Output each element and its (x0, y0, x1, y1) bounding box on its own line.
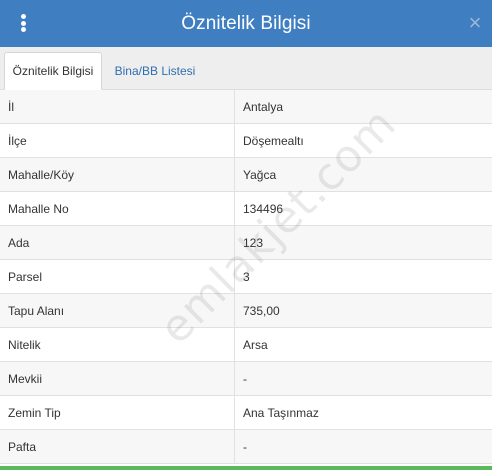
attribute-value: Döşemealtı (243, 133, 304, 148)
attribute-label: Pafta (0, 430, 235, 463)
attribute-value: 134496 (243, 201, 284, 216)
table-row: İlçe Döşemealtı (0, 124, 492, 158)
attribute-label: İlçe (0, 124, 235, 157)
attribute-value: Antalya (243, 99, 284, 114)
bottom-accent-bar (0, 466, 492, 470)
table-row: Parsel 3 (0, 260, 492, 294)
attribute-value: 735,00 (243, 303, 280, 318)
attribute-label: Tapu Alanı (0, 294, 235, 327)
attribute-label: Parsel (0, 260, 235, 293)
attribute-value: Arsa (243, 337, 268, 352)
table-row: Tapu Alanı 735,00 (0, 294, 492, 328)
table-row: Mevkii - (0, 362, 492, 396)
tab-building-list[interactable]: Bina/BB Listesi (102, 52, 208, 90)
attribute-value: - (243, 371, 247, 386)
table-row: Pafta - (0, 430, 492, 464)
attribute-label: Ada (0, 226, 235, 259)
panel-header: Öznitelik Bilgisi × (0, 0, 492, 47)
attribute-label: Mevkii (0, 362, 235, 395)
table-row: Mahalle No 134496 (0, 192, 492, 226)
attribute-value: - (243, 439, 247, 454)
attribute-value: 123 (243, 235, 264, 250)
vertical-dots-icon[interactable] (14, 12, 32, 34)
table-row: Nitelik Arsa (0, 328, 492, 362)
attribute-label: Mahalle/Köy (0, 158, 235, 191)
table-row: Mahalle/Köy Yağca (0, 158, 492, 192)
panel-title: Öznitelik Bilgisi (181, 12, 311, 34)
attribute-label: Mahalle No (0, 192, 235, 225)
attribute-label: İl (0, 90, 235, 123)
table-row: Ada 123 (0, 226, 492, 260)
attribute-value: 3 (243, 269, 250, 284)
attribute-label: Zemin Tip (0, 396, 235, 429)
tab-bar: Öznitelik Bilgisi Bina/BB Listesi (0, 47, 492, 90)
attribute-table: İl Antalya İlçe Döşemealtı Mahalle/Köy Y… (0, 90, 492, 464)
table-row: İl Antalya (0, 90, 492, 124)
close-icon[interactable]: × (466, 12, 484, 34)
attribute-value: Ana Taşınmaz (243, 405, 319, 420)
tab-attribute-info[interactable]: Öznitelik Bilgisi (4, 52, 102, 90)
attribute-value: Yağca (243, 167, 277, 182)
table-row: Zemin Tip Ana Taşınmaz (0, 396, 492, 430)
attribute-label: Nitelik (0, 328, 235, 361)
